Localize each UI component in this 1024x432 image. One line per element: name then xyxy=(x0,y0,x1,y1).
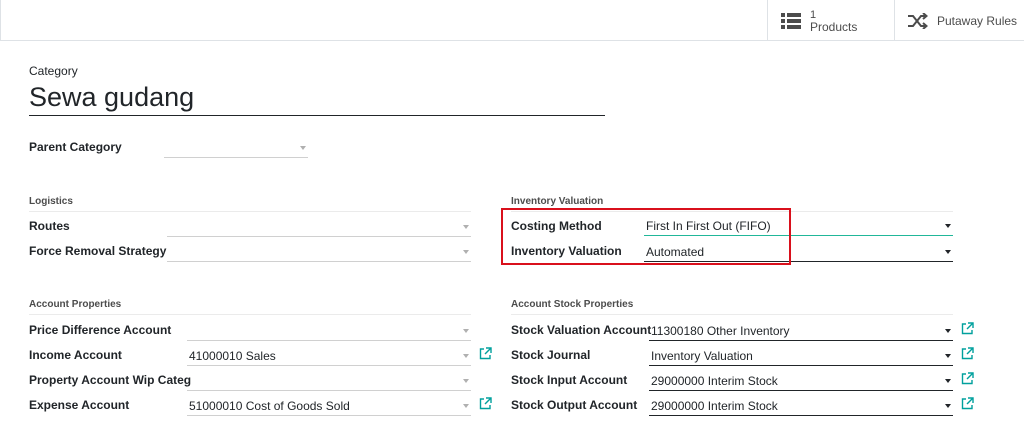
chevron-down-icon[interactable] xyxy=(463,329,469,333)
stock-input-value: 29000000 Interim Stock xyxy=(651,374,778,388)
chevron-down-icon[interactable] xyxy=(463,404,469,408)
chevron-down-icon[interactable] xyxy=(945,379,951,383)
account-properties-divider xyxy=(29,314,471,315)
income-account-label: Income Account xyxy=(29,348,122,362)
account-properties-title: Account Properties xyxy=(29,299,122,310)
expense-account-value: 51000010 Cost of Goods Sold xyxy=(189,399,350,413)
account-stock-divider xyxy=(511,314,953,315)
stock-output-value: 29000000 Interim Stock xyxy=(651,399,778,413)
stock-output-label: Stock Output Account xyxy=(511,398,638,412)
chevron-down-icon[interactable] xyxy=(945,329,951,333)
chevron-down-icon[interactable] xyxy=(945,250,951,254)
account-stock-title: Account Stock Properties xyxy=(511,299,634,310)
removal-strategy-field[interactable] xyxy=(167,242,471,262)
parent-category-field[interactable] xyxy=(164,138,308,158)
wip-account-label: Property Account Wip Categ xyxy=(29,373,192,387)
putaway-rules-button[interactable]: Putaway Rules xyxy=(894,0,1024,41)
external-link-icon[interactable] xyxy=(961,322,974,335)
stock-valuation-value: 11300180 Other Inventory xyxy=(651,324,790,338)
income-account-field[interactable]: 41000010 Sales xyxy=(187,346,471,366)
removal-strategy-label: Force Removal Strategy xyxy=(29,244,167,258)
inventory-valuation-title: Inventory Valuation xyxy=(511,196,604,207)
stock-valuation-field[interactable]: 11300180 Other Inventory xyxy=(649,321,953,341)
parent-category-label: Parent Category xyxy=(29,140,122,154)
products-label: Products xyxy=(810,19,858,34)
list-icon xyxy=(780,12,802,29)
chevron-down-icon[interactable] xyxy=(463,225,469,229)
logistics-title: Logistics xyxy=(29,196,73,207)
external-link-icon[interactable] xyxy=(961,397,974,410)
chevron-down-icon[interactable] xyxy=(945,224,951,228)
external-link-icon[interactable] xyxy=(961,372,974,385)
routes-label: Routes xyxy=(29,219,70,233)
chevron-down-icon[interactable] xyxy=(300,146,306,150)
category-name-input[interactable]: Sewa gudang xyxy=(29,80,605,116)
products-stat: 1 Products xyxy=(810,9,857,33)
external-link-icon[interactable] xyxy=(479,397,492,410)
wip-account-field[interactable] xyxy=(187,371,471,391)
chevron-down-icon[interactable] xyxy=(945,354,951,358)
expense-account-field[interactable]: 51000010 Cost of Goods Sold xyxy=(187,396,471,416)
stock-input-field[interactable]: 29000000 Interim Stock xyxy=(649,371,953,391)
chevron-down-icon[interactable] xyxy=(945,404,951,408)
stock-journal-field[interactable]: Inventory Valuation xyxy=(649,346,953,366)
chevron-down-icon[interactable] xyxy=(463,354,469,358)
stock-journal-label: Stock Journal xyxy=(511,348,591,362)
shuffle-icon xyxy=(907,12,929,29)
stock-input-label: Stock Input Account xyxy=(511,373,628,387)
stock-valuation-label: Stock Valuation Account xyxy=(511,323,652,337)
routes-field[interactable] xyxy=(167,217,471,237)
stock-output-field[interactable]: 29000000 Interim Stock xyxy=(649,396,953,416)
stock-journal-value: Inventory Valuation xyxy=(651,349,753,363)
price-difference-field[interactable] xyxy=(187,321,471,341)
products-button[interactable]: 1 Products xyxy=(767,0,894,41)
button-box: 1 Products Putaway Rules xyxy=(0,0,1024,41)
logistics-divider xyxy=(29,211,471,212)
category-label: Category xyxy=(29,64,78,78)
expense-account-label: Expense Account xyxy=(29,398,130,412)
income-account-value: 41000010 Sales xyxy=(189,349,276,363)
price-difference-label: Price Difference Account xyxy=(29,323,172,337)
putaway-label: Putaway Rules xyxy=(937,13,1018,28)
external-link-icon[interactable] xyxy=(961,347,974,360)
highlight-box xyxy=(501,208,791,265)
external-link-icon[interactable] xyxy=(479,347,492,360)
button-box-edge xyxy=(0,0,1,41)
chevron-down-icon[interactable] xyxy=(463,379,469,383)
chevron-down-icon[interactable] xyxy=(463,250,469,254)
